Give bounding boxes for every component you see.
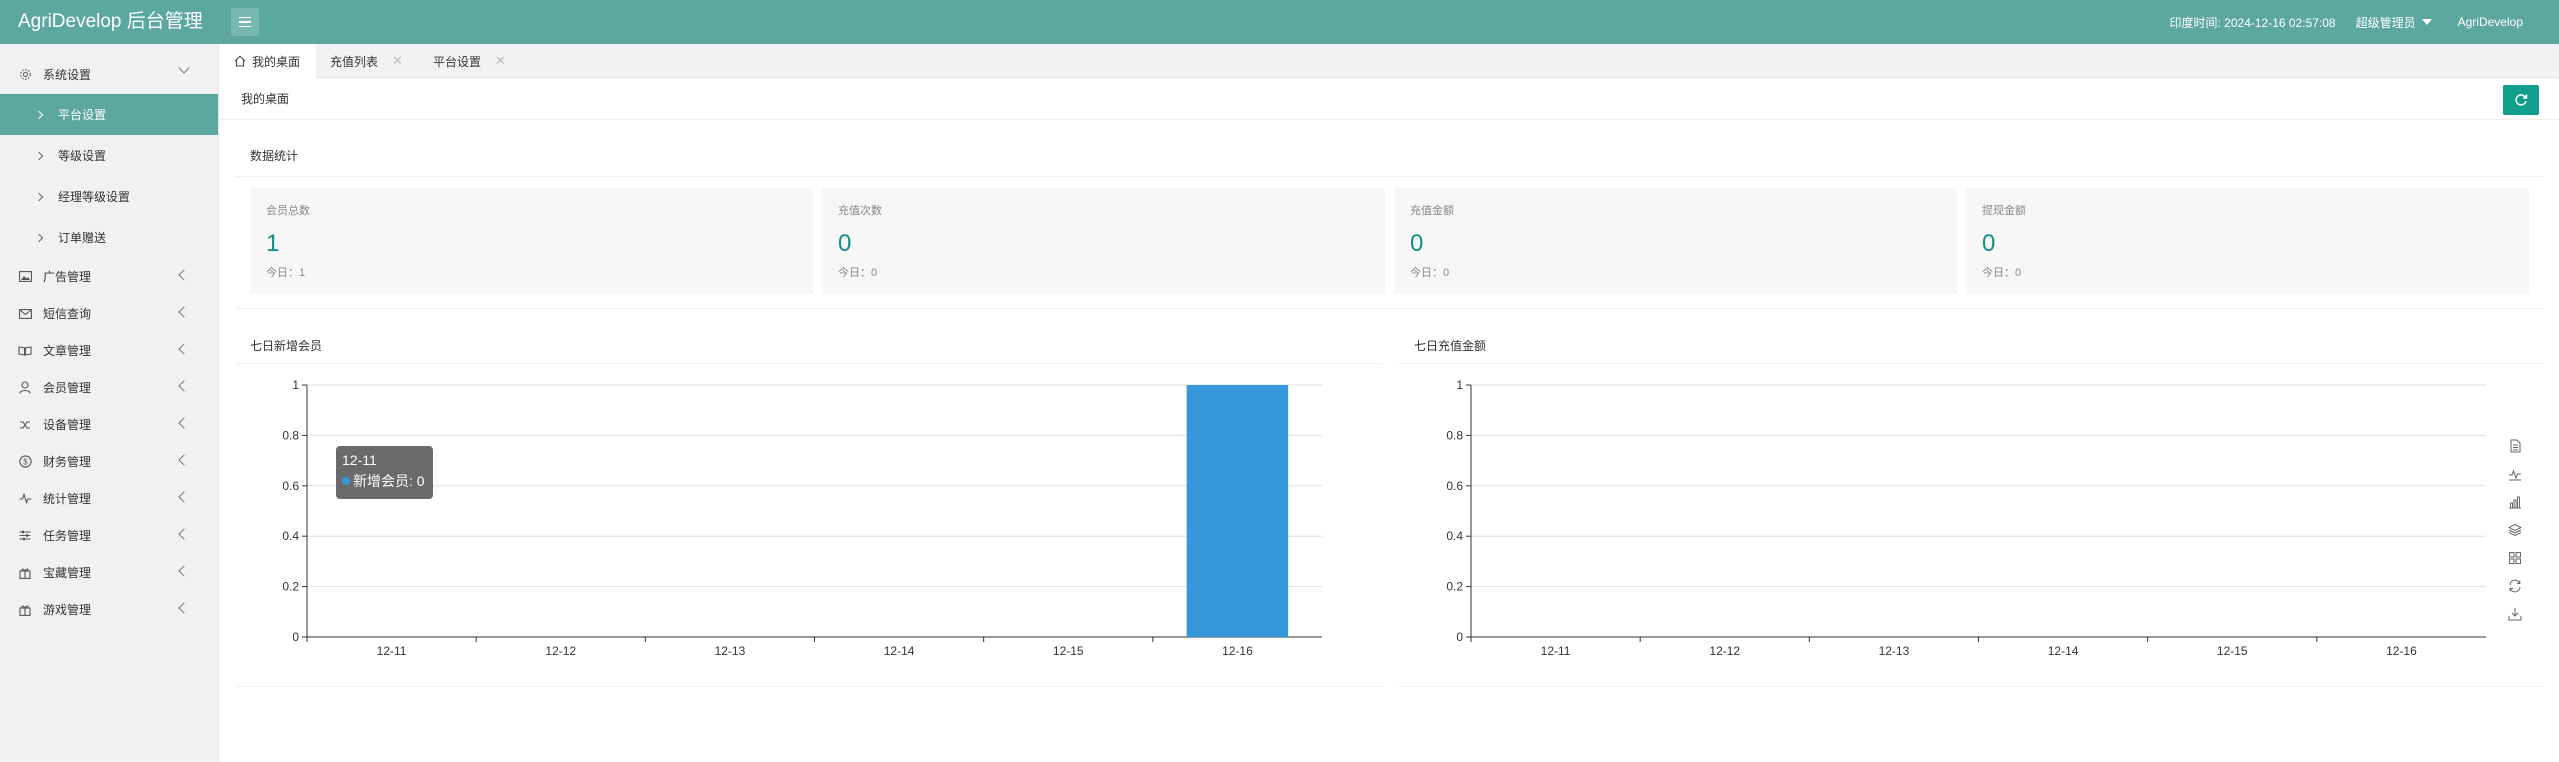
- x-tick-label: 12-14: [2048, 644, 2079, 658]
- data-view-icon[interactable]: [2504, 432, 2526, 460]
- y-tick-label: 0.6: [282, 479, 299, 493]
- tooltip-title: 12-11: [342, 452, 377, 468]
- x-tick-label: 12-14: [884, 644, 915, 658]
- stack-icon[interactable]: [2504, 516, 2526, 544]
- x-tick-label: 12-12: [545, 644, 576, 658]
- chart-toolbox: [2504, 432, 2526, 628]
- y-tick-label: 0: [292, 630, 299, 644]
- y-tick-label: 0.8: [1446, 428, 1463, 442]
- bar: [1186, 385, 1289, 637]
- x-tick-label: 12-15: [2217, 644, 2248, 658]
- y-tick-label: 0.4: [282, 529, 299, 543]
- series-dot-icon: [342, 477, 350, 485]
- x-tick-label: 12-12: [1709, 644, 1740, 658]
- x-tick-label: 12-11: [1541, 644, 1571, 658]
- y-tick-label: 0.8: [282, 428, 299, 442]
- y-tick-label: 1: [1456, 378, 1463, 392]
- y-tick-label: 0: [1456, 630, 1463, 644]
- download-icon[interactable]: [2504, 600, 2526, 628]
- restore-icon[interactable]: [2504, 572, 2526, 600]
- x-tick-label: 12-13: [1879, 644, 1910, 658]
- tooltip-series: 新增会员: [353, 473, 409, 489]
- x-tick-label: 12-13: [715, 644, 746, 658]
- tooltip-row: 新增会员: 0: [342, 471, 427, 491]
- line-chart-icon[interactable]: [2504, 460, 2526, 488]
- y-tick-label: 0.2: [1446, 580, 1463, 594]
- bar-chart-icon[interactable]: [2504, 488, 2526, 516]
- y-tick-label: 0.2: [282, 580, 299, 594]
- y-tick-label: 1: [292, 378, 299, 392]
- chart-tooltip: 12-11 新增会员: 0: [336, 446, 433, 499]
- x-tick-label: 12-16: [2386, 644, 2417, 658]
- tooltip-value: 0: [416, 473, 425, 489]
- x-tick-label: 12-16: [1222, 644, 1253, 658]
- y-tick-label: 0.4: [1446, 529, 1463, 543]
- y-tick-label: 0.6: [1446, 479, 1463, 493]
- tiled-icon[interactable]: [2504, 544, 2526, 572]
- x-tick-label: 12-11: [377, 644, 407, 658]
- x-tick-label: 12-15: [1053, 644, 1084, 658]
- chart-new-members: 0 0.2 0.4 0.6 0.8 1 12-11 12-12 12-13 12-14 12-15 1…: [282, 378, 2486, 658]
